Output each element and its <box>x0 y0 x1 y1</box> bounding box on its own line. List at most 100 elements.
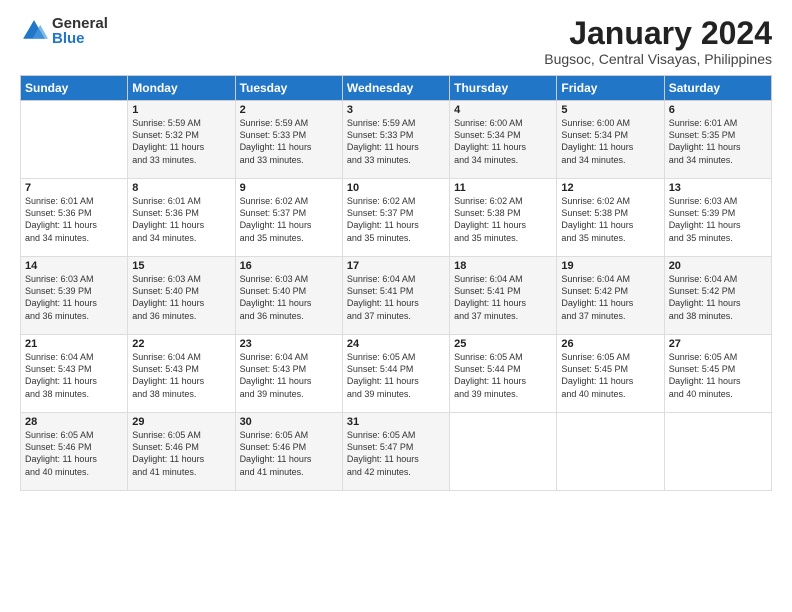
cell-info-line: Sunset: 5:40 PM <box>240 286 307 296</box>
calendar-week-row: 1Sunrise: 5:59 AMSunset: 5:32 PMDaylight… <box>21 101 772 179</box>
cell-info-line: Sunrise: 6:04 AM <box>347 274 416 284</box>
calendar-cell: 21Sunrise: 6:04 AMSunset: 5:43 PMDayligh… <box>21 335 128 413</box>
calendar-cell: 20Sunrise: 6:04 AMSunset: 5:42 PMDayligh… <box>664 257 771 335</box>
cell-info-line: and 37 minutes. <box>347 311 411 321</box>
day-number: 28 <box>25 416 123 428</box>
cell-info-line: Sunset: 5:36 PM <box>25 208 92 218</box>
calendar-cell: 3Sunrise: 5:59 AMSunset: 5:33 PMDaylight… <box>342 101 449 179</box>
calendar-cell: 23Sunrise: 6:04 AMSunset: 5:43 PMDayligh… <box>235 335 342 413</box>
calendar-week-row: 7Sunrise: 6:01 AMSunset: 5:36 PMDaylight… <box>21 179 772 257</box>
cell-info-line: Sunset: 5:38 PM <box>454 208 521 218</box>
calendar-cell: 31Sunrise: 6:05 AMSunset: 5:47 PMDayligh… <box>342 413 449 491</box>
cell-info-line: and 38 minutes. <box>25 389 89 399</box>
day-number: 17 <box>347 260 445 272</box>
cell-info-line: and 40 minutes. <box>25 467 89 477</box>
cell-info-line: Sunrise: 6:04 AM <box>454 274 523 284</box>
cell-info-line: Daylight: 11 hours <box>454 376 526 386</box>
cell-info-line: and 34 minutes. <box>561 155 625 165</box>
month-title: January 2024 <box>544 16 772 51</box>
cell-info-line: and 41 minutes. <box>132 467 196 477</box>
day-number: 5 <box>561 104 659 116</box>
day-number: 25 <box>454 338 552 350</box>
cell-info-line: Sunset: 5:47 PM <box>347 442 414 452</box>
calendar-cell <box>557 413 664 491</box>
cell-info-line: Sunrise: 6:03 AM <box>25 274 94 284</box>
calendar-cell <box>450 413 557 491</box>
cell-info-line: Daylight: 11 hours <box>561 220 633 230</box>
cell-info-line: Daylight: 11 hours <box>347 142 419 152</box>
cell-info-line: Sunrise: 6:04 AM <box>561 274 630 284</box>
day-number: 16 <box>240 260 338 272</box>
cell-info-line: and 36 minutes. <box>240 311 304 321</box>
cell-info: Sunrise: 5:59 AMSunset: 5:33 PMDaylight:… <box>240 117 338 166</box>
cell-info-line: Sunset: 5:45 PM <box>561 364 628 374</box>
day-number: 29 <box>132 416 230 428</box>
cell-info-line: Sunrise: 6:02 AM <box>347 196 416 206</box>
day-number: 31 <box>347 416 445 428</box>
calendar-cell: 28Sunrise: 6:05 AMSunset: 5:46 PMDayligh… <box>21 413 128 491</box>
cell-info-line: Sunset: 5:46 PM <box>132 442 199 452</box>
cell-info-line: Daylight: 11 hours <box>561 298 633 308</box>
cell-info-line: Sunset: 5:46 PM <box>240 442 307 452</box>
calendar-cell: 12Sunrise: 6:02 AMSunset: 5:38 PMDayligh… <box>557 179 664 257</box>
cell-info-line: Sunrise: 6:04 AM <box>132 352 201 362</box>
cell-info-line: and 39 minutes. <box>454 389 518 399</box>
cell-info-line: Sunset: 5:46 PM <box>25 442 92 452</box>
cell-info-line: Daylight: 11 hours <box>561 376 633 386</box>
cell-info-line: Sunset: 5:40 PM <box>132 286 199 296</box>
cell-info-line: Sunrise: 6:01 AM <box>132 196 201 206</box>
day-number: 24 <box>347 338 445 350</box>
day-number: 14 <box>25 260 123 272</box>
cell-info-line: Daylight: 11 hours <box>240 298 312 308</box>
calendar-week-row: 28Sunrise: 6:05 AMSunset: 5:46 PMDayligh… <box>21 413 772 491</box>
day-number: 6 <box>669 104 767 116</box>
calendar-cell: 13Sunrise: 6:03 AMSunset: 5:39 PMDayligh… <box>664 179 771 257</box>
cell-info-line: and 34 minutes. <box>132 233 196 243</box>
calendar-cell: 8Sunrise: 6:01 AMSunset: 5:36 PMDaylight… <box>128 179 235 257</box>
cell-info: Sunrise: 6:04 AMSunset: 5:43 PMDaylight:… <box>25 351 123 400</box>
page: General Blue January 2024 Bugsoc, Centra… <box>0 0 792 612</box>
cell-info-line: Sunset: 5:42 PM <box>561 286 628 296</box>
cell-info-line: Sunset: 5:33 PM <box>347 130 414 140</box>
cell-info-line: Daylight: 11 hours <box>454 142 526 152</box>
day-number: 20 <box>669 260 767 272</box>
day-number: 23 <box>240 338 338 350</box>
calendar-cell: 29Sunrise: 6:05 AMSunset: 5:46 PMDayligh… <box>128 413 235 491</box>
cell-info-line: Sunset: 5:38 PM <box>561 208 628 218</box>
calendar-cell: 27Sunrise: 6:05 AMSunset: 5:45 PMDayligh… <box>664 335 771 413</box>
cell-info-line: Sunset: 5:34 PM <box>561 130 628 140</box>
day-number: 19 <box>561 260 659 272</box>
logo-general: General <box>52 16 108 31</box>
cell-info-line: Daylight: 11 hours <box>669 142 741 152</box>
cell-info-line: Sunrise: 6:04 AM <box>240 352 309 362</box>
cell-info-line: and 35 minutes. <box>669 233 733 243</box>
calendar-cell: 10Sunrise: 6:02 AMSunset: 5:37 PMDayligh… <box>342 179 449 257</box>
cell-info-line: Sunset: 5:45 PM <box>669 364 736 374</box>
calendar-cell: 9Sunrise: 6:02 AMSunset: 5:37 PMDaylight… <box>235 179 342 257</box>
cell-info-line: Sunrise: 6:05 AM <box>454 352 523 362</box>
calendar-cell: 5Sunrise: 6:00 AMSunset: 5:34 PMDaylight… <box>557 101 664 179</box>
title-block: January 2024 Bugsoc, Central Visayas, Ph… <box>544 16 772 67</box>
cell-info-line: Daylight: 11 hours <box>132 220 204 230</box>
cell-info-line: Daylight: 11 hours <box>347 298 419 308</box>
cell-info-line: Sunrise: 6:05 AM <box>347 352 416 362</box>
cell-info-line: and 38 minutes. <box>669 311 733 321</box>
cell-info-line: Sunset: 5:42 PM <box>669 286 736 296</box>
calendar-cell: 26Sunrise: 6:05 AMSunset: 5:45 PMDayligh… <box>557 335 664 413</box>
cell-info: Sunrise: 6:05 AMSunset: 5:44 PMDaylight:… <box>347 351 445 400</box>
cell-info-line: Sunset: 5:44 PM <box>347 364 414 374</box>
day-number: 8 <box>132 182 230 194</box>
day-number: 2 <box>240 104 338 116</box>
cell-info-line: and 35 minutes. <box>561 233 625 243</box>
day-of-week-header: Thursday <box>450 76 557 101</box>
cell-info-line: Sunrise: 6:05 AM <box>240 430 309 440</box>
calendar-cell: 17Sunrise: 6:04 AMSunset: 5:41 PMDayligh… <box>342 257 449 335</box>
calendar-cell: 7Sunrise: 6:01 AMSunset: 5:36 PMDaylight… <box>21 179 128 257</box>
cell-info: Sunrise: 6:03 AMSunset: 5:40 PMDaylight:… <box>132 273 230 322</box>
cell-info-line: Sunset: 5:32 PM <box>132 130 199 140</box>
cell-info-line: and 40 minutes. <box>561 389 625 399</box>
calendar-cell: 2Sunrise: 5:59 AMSunset: 5:33 PMDaylight… <box>235 101 342 179</box>
cell-info: Sunrise: 6:02 AMSunset: 5:37 PMDaylight:… <box>240 195 338 244</box>
cell-info-line: and 33 minutes. <box>132 155 196 165</box>
cell-info-line: Daylight: 11 hours <box>132 142 204 152</box>
